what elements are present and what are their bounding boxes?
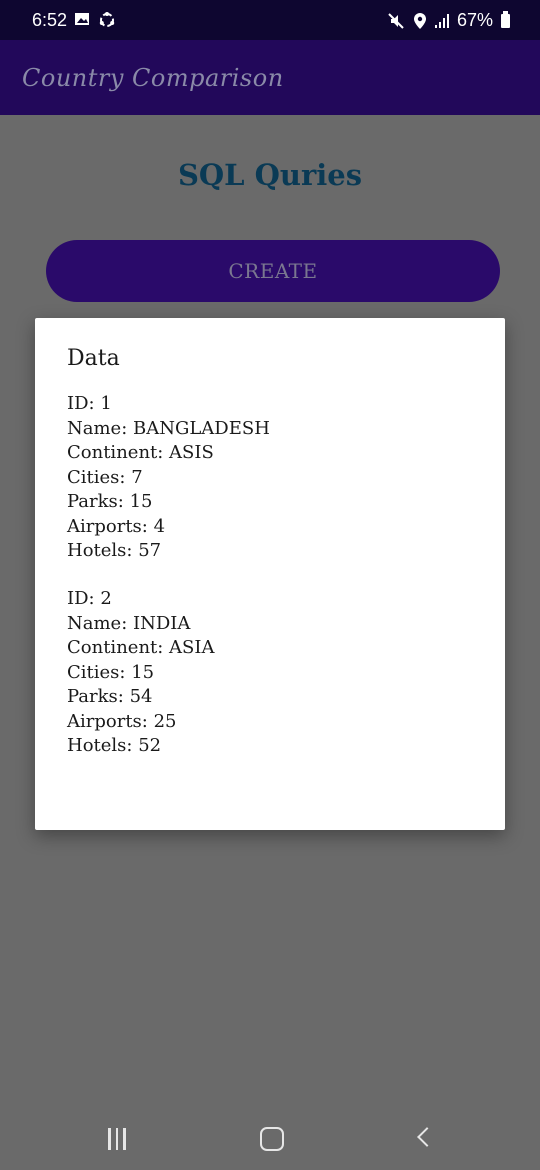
signal-icon xyxy=(434,13,449,28)
record-name: Name: BANGLADESH xyxy=(67,417,270,439)
record-cities: Cities: 15 xyxy=(67,661,155,683)
record-id: ID: 1 xyxy=(67,393,112,414)
record-1: ID: 1 Name: BANGLADESH Continent: ASIS C… xyxy=(67,392,270,564)
status-time: 6:52 xyxy=(32,10,68,30)
data-dialog: Data ID: 1 Name: BANGLADESH Continent: A… xyxy=(35,318,505,830)
record-continent: Continent: ASIS xyxy=(67,442,214,463)
image-icon xyxy=(75,13,89,25)
record-parks: Parks: 54 xyxy=(67,686,153,707)
recent-apps-icon[interactable] xyxy=(108,1128,126,1150)
home-icon[interactable] xyxy=(260,1127,284,1151)
mute-icon xyxy=(388,12,404,29)
record-airports: Airports: 25 xyxy=(67,710,177,732)
battery-icon xyxy=(501,10,510,28)
location-icon xyxy=(413,12,426,29)
record-id: ID: 2 xyxy=(67,588,112,609)
record-parks: Parks: 15 xyxy=(67,491,153,512)
record-hotels: Hotels: 57 xyxy=(67,540,162,561)
record-continent: Continent: ASIA xyxy=(67,637,215,658)
status-bar: 6:52 67% xyxy=(0,0,540,40)
create-button[interactable]: CREATE xyxy=(46,240,500,302)
dialog-title: Data xyxy=(67,346,120,371)
back-icon[interactable] xyxy=(417,1127,437,1147)
app-title: Country Comparison xyxy=(22,64,284,92)
record-airports: Airports: 4 xyxy=(67,515,166,537)
record-name: Name: INDIA xyxy=(67,612,191,634)
sync-icon xyxy=(99,12,115,27)
record-2: ID: 2 Name: INDIA Continent: ASIA Cities… xyxy=(67,587,215,759)
app-bar: Country Comparison xyxy=(0,40,540,115)
record-cities: Cities: 7 xyxy=(67,466,143,488)
battery-percent: 67% xyxy=(456,10,493,30)
navigation-bar xyxy=(0,1110,540,1170)
page-title: SQL Quries xyxy=(177,158,363,192)
record-hotels: Hotels: 52 xyxy=(67,735,162,756)
